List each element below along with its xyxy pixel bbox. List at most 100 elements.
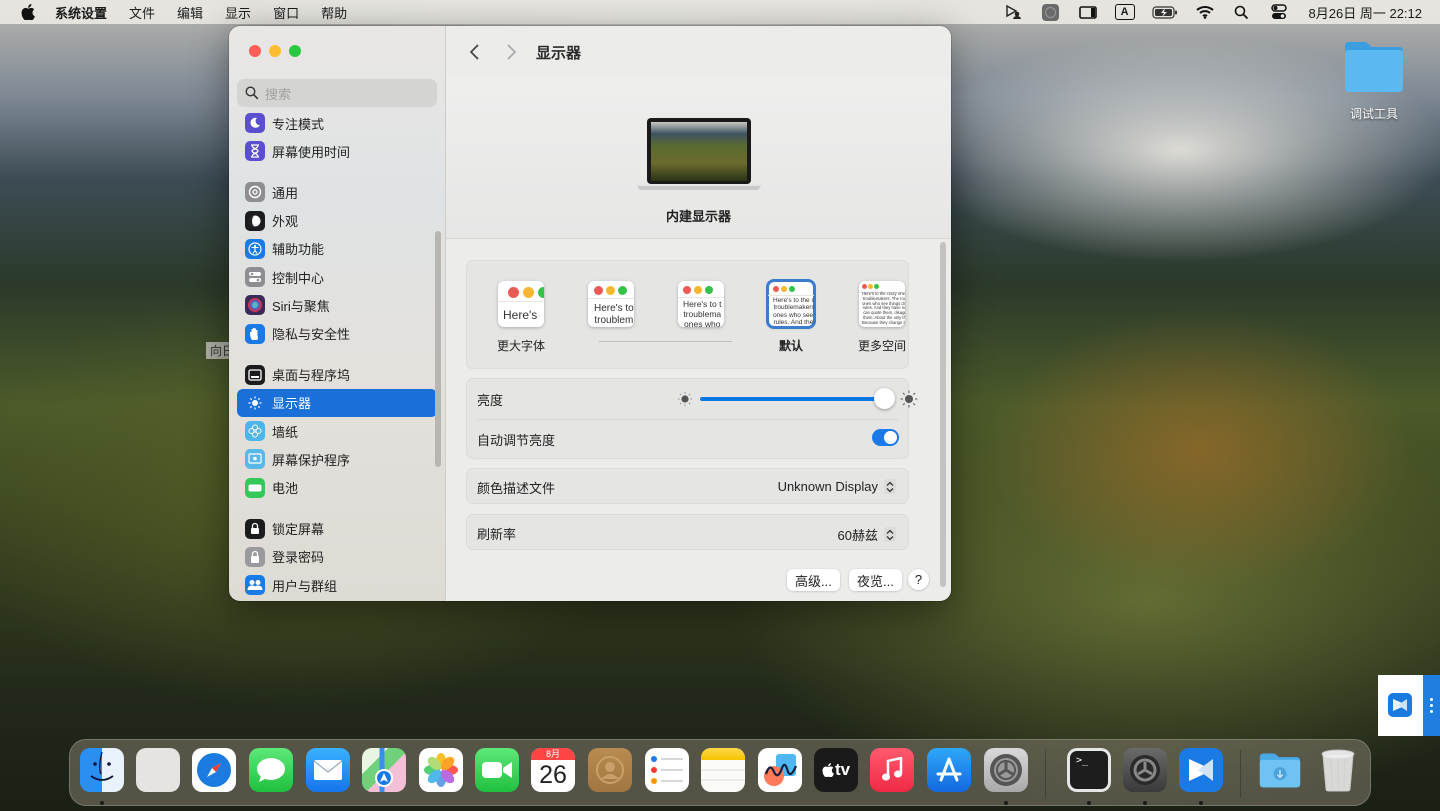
reminders-dock-icon[interactable] [645, 748, 689, 792]
sidebar-item[interactable]: 辅助功能 [237, 235, 437, 263]
running-indicator [1004, 801, 1008, 805]
apple-tv-dock-icon[interactable]: tv [814, 748, 858, 792]
sidebar-item[interactable]: 显示器 [237, 388, 437, 417]
window-dots-icon [773, 286, 795, 292]
night-shift-button[interactable]: 夜览... [849, 569, 902, 591]
battery-charging-icon[interactable] [1151, 4, 1178, 20]
brightness-slider-knob[interactable] [874, 388, 895, 409]
sidebar-item[interactable]: 桌面与程序坞 [237, 360, 437, 388]
sidebar-item[interactable]: 隐私与安全性 [237, 320, 437, 348]
search-field[interactable]: 搜索 [237, 79, 437, 107]
safari-dock-icon[interactable] [192, 748, 236, 792]
sidebar-item[interactable]: 屏幕保护程序 [237, 445, 437, 473]
finder-dock-icon[interactable] [80, 748, 124, 792]
sidebar-item-label: 电池 [272, 481, 299, 497]
search-placeholder: 搜索 [265, 86, 292, 102]
screensaver-icon [245, 449, 265, 470]
spotlight-search-icon[interactable] [1232, 4, 1252, 20]
siri-icon [245, 295, 265, 316]
app-store-dock-icon[interactable] [927, 748, 971, 792]
menu-help[interactable]: 帮助 [321, 3, 347, 22]
apple-logo-icon[interactable] [20, 4, 36, 20]
sidebar-item[interactable]: 登录密码 [237, 543, 437, 571]
desktop-folder[interactable]: 调试工具 [1342, 40, 1406, 122]
control-center-icon[interactable] [1269, 4, 1289, 20]
zoom-button[interactable] [289, 45, 301, 57]
sidebar-item[interactable]: 外观 [237, 206, 437, 234]
terminal-dock-icon[interactable]: >_ [1067, 748, 1111, 792]
battery-icon [245, 477, 265, 498]
menu-file[interactable]: 文件 [129, 3, 155, 22]
resolution-option[interactable]: Here's to t troublema ones who [674, 281, 728, 337]
launchpad-dock-icon[interactable] [136, 748, 180, 792]
sidebar-item-label: 显示器 [272, 396, 312, 412]
mail-dock-icon[interactable] [306, 748, 350, 792]
resolution-preview: Here's to the cr troublemakers. ones who… [766, 279, 816, 329]
sidebar-scrollbar[interactable] [435, 231, 441, 467]
window-icon[interactable] [1078, 4, 1098, 20]
resolution-option[interactable]: Here's 更大字体 [494, 281, 548, 354]
resolution-preview: Here's to troublem [588, 281, 634, 327]
sidebar-item[interactable]: 通用 [237, 178, 437, 206]
input-source-icon[interactable]: A [1114, 4, 1135, 20]
laptop-display-icon[interactable] [634, 116, 764, 196]
resolution-preview: Here's [498, 281, 544, 327]
sidebar-item[interactable]: 电池 [237, 474, 437, 502]
freeform-dock-icon[interactable] [758, 748, 802, 792]
running-indicator [1199, 801, 1203, 805]
refresh-rate-value: 60赫兹 [837, 528, 878, 543]
running-indicator [100, 801, 104, 805]
sidebar-item[interactable]: 专注模式 [237, 109, 437, 137]
sidebar-item[interactable]: Siri与聚焦 [237, 291, 437, 319]
color-profile-popup[interactable]: Unknown Display [778, 479, 896, 494]
forward-chevron-icon[interactable] [504, 41, 518, 63]
content-scrollbar[interactable] [940, 242, 946, 587]
wallpaper-flower-icon [245, 421, 265, 442]
display-settings-pane: 显示器 内建显示器 Here's 更大字体 Here's to troublem He… [446, 26, 951, 601]
wifi-icon[interactable] [1195, 4, 1215, 20]
search-icon [245, 86, 259, 100]
sidebar-item[interactable]: 控制中心 [237, 263, 437, 291]
feishu-lark-dock-icon[interactable] [1179, 748, 1223, 792]
advanced-button[interactable]: 高级... [787, 569, 840, 591]
auto-brightness-toggle[interactable] [872, 429, 899, 446]
sidebar-item[interactable]: 墙纸 [237, 417, 437, 445]
contacts-dock-icon[interactable] [588, 748, 632, 792]
refresh-rate-popup[interactable]: 60赫兹 [838, 525, 896, 544]
sidebar-item-label: 控制中心 [272, 270, 325, 286]
back-chevron-icon[interactable] [468, 41, 482, 63]
sidebar-item[interactable]: 锁定屏幕 [237, 514, 437, 542]
lark-floating-widget[interactable] [1378, 675, 1440, 736]
maps-dock-icon[interactable] [362, 748, 406, 792]
downloads-folder-dock-icon[interactable] [1258, 748, 1302, 792]
color-profile-group: 颜色描述文件 Unknown Display [466, 468, 909, 504]
system-settings-dock-icon[interactable] [984, 748, 1028, 792]
widget-more-icon[interactable] [1423, 675, 1440, 736]
brightness-slider[interactable] [700, 397, 884, 401]
trash-dock-icon[interactable] [1316, 748, 1360, 792]
help-button[interactable]: ? [908, 569, 929, 590]
sidebar: 搜索 专注模式 屏幕使用时间 通用 外观 辅助功能控制中心 Siri与聚焦 隐私与安全性 桌面… [229, 26, 446, 601]
resolution-option[interactable]: Here's to the cr troublemakers. ones who… [764, 279, 818, 354]
menu-app-name[interactable]: 系统设置 [55, 3, 107, 22]
system-settings-dark-dock-icon[interactable] [1123, 748, 1167, 792]
dock-separator [1240, 750, 1241, 798]
menu-edit[interactable]: 编辑 [177, 3, 203, 22]
resolution-option[interactable]: Here's to troublem [584, 281, 638, 337]
resolution-option[interactable]: Here's to the crazy ones troublemakers. … [855, 281, 909, 354]
calendar-dock-icon[interactable]: 8月 26 [531, 748, 575, 792]
photos-dock-icon[interactable] [419, 748, 463, 792]
menubar-clock[interactable]: 8月26日 周一 22:12 [1309, 3, 1422, 22]
timer-app-icon[interactable] [1041, 3, 1061, 21]
facetime-dock-icon[interactable] [475, 748, 519, 792]
notes-dock-icon[interactable] [701, 748, 745, 792]
sidebar-item[interactable]: 用户与群组 [237, 571, 437, 599]
close-button[interactable] [249, 45, 261, 57]
menu-window[interactable]: 窗口 [273, 3, 299, 22]
menu-view[interactable]: 显示 [225, 3, 251, 22]
messages-dock-icon[interactable] [249, 748, 293, 792]
music-dock-icon[interactable] [870, 748, 914, 792]
sidebar-item[interactable]: 屏幕使用时间 [237, 137, 437, 165]
minimize-button[interactable] [269, 45, 281, 57]
screen-mirroring-icon[interactable] [1004, 4, 1024, 20]
